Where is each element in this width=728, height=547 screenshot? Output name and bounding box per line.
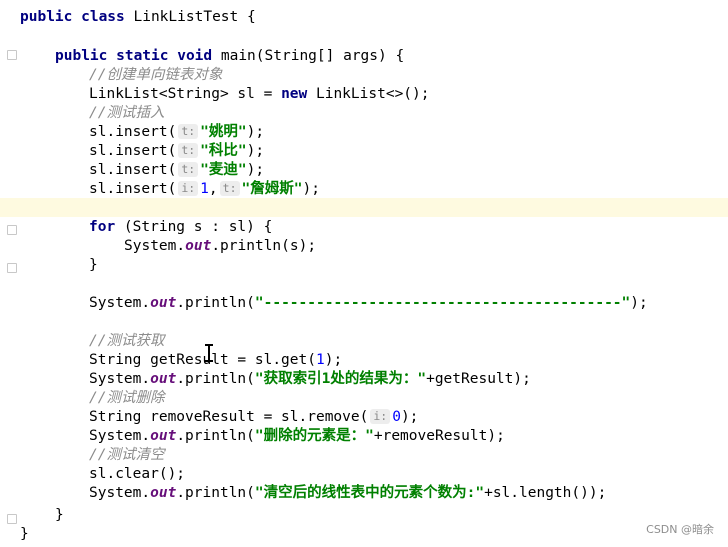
code-line: String removeResult = sl.remove(i: 0);: [89, 409, 419, 425]
code-line: sl.insert(t: "科比");: [89, 143, 265, 159]
comment-line: //测试清空: [89, 447, 165, 463]
code-line: public static void main(String[] args) {: [55, 48, 405, 64]
code-line: sl.insert(t: "姚明");: [89, 124, 265, 140]
code-line: public class LinkListTest {: [20, 9, 256, 25]
code-line: sl.insert(t: "麦迪");: [89, 162, 265, 178]
param-hint: i:: [178, 181, 199, 196]
text-cursor-icon: [205, 344, 213, 362]
code-line: String getResult = sl.get(1);: [89, 352, 343, 368]
param-hint: i:: [370, 409, 391, 424]
code-line: }: [55, 507, 64, 523]
code-line: System.out.println("删除的元素是："+removeResul…: [89, 428, 505, 444]
current-line-highlight: [0, 198, 728, 217]
code-line: sl.clear();: [89, 466, 186, 482]
fold-marker-icon[interactable]: [7, 50, 17, 60]
code-line: System.out.println("清空后的线性表中的元素个数为:"+sl.…: [89, 485, 607, 501]
param-hint: t:: [178, 143, 199, 158]
editor-gutter: [0, 0, 14, 547]
comment-line: //测试获取: [89, 333, 165, 349]
fold-marker-icon[interactable]: [7, 263, 17, 273]
code-editor[interactable]: public class LinkListTest { public stati…: [0, 0, 728, 547]
fold-marker-icon[interactable]: [7, 514, 17, 524]
watermark: CSDN @暗余: [646, 523, 714, 536]
fold-marker-icon[interactable]: [7, 225, 17, 235]
code-line: sl.insert(i: 1, t: "詹姆斯");: [89, 181, 320, 197]
comment-line: //创建单向链表对象: [89, 67, 223, 83]
code-line: }: [89, 257, 98, 273]
code-line: for (String s : sl) {: [89, 219, 273, 235]
code-line: LinkList<String> sl = new LinkList<>();: [89, 86, 430, 102]
code-line: System.out.println(s);: [124, 238, 317, 254]
code-line: System.out.println("--------------------…: [89, 295, 648, 311]
code-line: System.out.println("获取索引1处的结果为："+getResu…: [89, 371, 531, 387]
comment-line: //测试删除: [89, 390, 165, 406]
param-hint: t:: [178, 162, 199, 177]
param-hint: t:: [219, 181, 240, 196]
comment-line: //测试插入: [89, 105, 165, 121]
param-hint: t:: [178, 124, 199, 139]
code-line: }: [20, 526, 29, 542]
